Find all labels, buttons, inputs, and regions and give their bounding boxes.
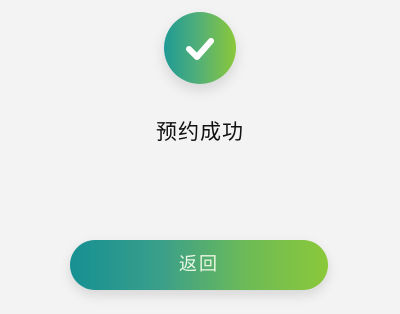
back-button[interactable]: 返回 (70, 240, 328, 290)
success-title: 预约成功 (156, 120, 244, 144)
back-button-label: 返回 (179, 254, 219, 275)
check-icon (186, 38, 214, 60)
success-badge (164, 12, 236, 84)
success-screen: 预约成功 返回 (0, 0, 400, 314)
